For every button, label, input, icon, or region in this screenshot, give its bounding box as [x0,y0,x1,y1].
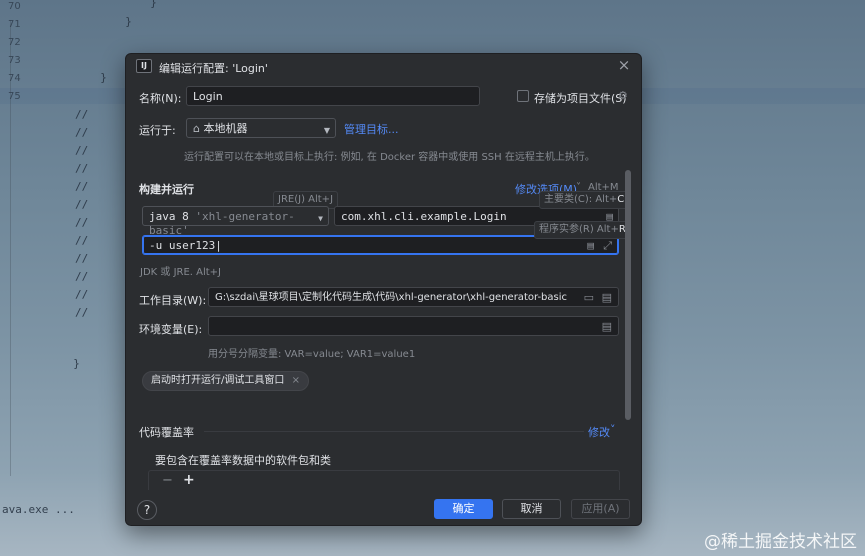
vertical-scrollbar[interactable] [625,170,631,420]
run-on-target-value: 本地机器 [203,122,248,135]
run-configuration-dialog: IJ 编辑运行配置: 'Login' × 名称(N): Login 存储为项目文… [125,53,642,526]
run-status-text: ava.exe ... [2,503,75,516]
store-as-project-file-label: 存储为项目文件(S) [534,92,627,105]
name-input[interactable]: Login [186,86,480,106]
close-icon[interactable]: × [616,56,632,74]
coverage-hint: 要包含在覆盖率数据中的软件包和类 [155,454,331,467]
gear-icon[interactable]: ⚙ [618,89,628,102]
main-class-value: com.xhl.cli.example.Login [341,210,507,223]
code-comment: // [75,162,89,175]
line-number: 71 [8,19,21,30]
ok-button[interactable]: 确定 [434,499,493,519]
home-icon: ⌂ [193,122,200,135]
environment-variables-input[interactable]: ▤ [208,316,619,336]
environment-variables-hint: 用分号分隔变量: VAR=value; VAR1=value1 [208,349,416,360]
code-comment: // [75,198,89,211]
jdk-version: java 8 [149,210,189,223]
intellij-app-icon: IJ [136,59,152,73]
code-comment: // [75,126,89,139]
line-number: 70 [8,1,21,12]
jdk-hint: JDK 或 JRE. Alt+J [140,267,222,278]
environment-variables-label: 环境变量(E): [139,323,203,336]
code-brace: } [125,15,132,28]
store-as-project-file-checkbox[interactable] [517,90,529,102]
run-on-target-select[interactable]: ⌂ 本地机器 ▼ [186,118,336,138]
apply-button[interactable]: 应用(A) [571,499,630,519]
line-number: 74 [8,73,21,84]
insert-macro-icon[interactable]: ▤ [587,239,594,253]
run-on-hint: 运行配置可以在本地或目标上执行: 例如, 在 Docker 容器中或使用 SSH… [184,152,595,163]
remove-icon[interactable]: − [162,473,173,488]
main-class-tooltip-key: C [617,194,625,205]
run-on-label: 运行于: [139,124,176,137]
chip-label: 启动时打开运行/调试工具窗口 [151,375,285,386]
main-class-tooltip-text: 主要类(C): Alt+ [544,194,618,205]
program-arguments-tooltip-text: 程序实参(R) Alt+ [539,224,619,235]
line-number: 75 [8,91,21,102]
line-number-gutter: 70 71 72 73 74 75 [0,0,32,480]
coverage-list-toolbar: − + [148,470,620,490]
code-comment: // [75,216,89,229]
chevron-down-icon: ▼ [323,126,330,135]
dialog-title: 编辑运行配置: 'Login' [159,62,268,75]
code-comment: // [75,144,89,157]
name-label: 名称(N): [139,92,182,105]
build-run-section-title: 构建并运行 [139,183,194,196]
code-brace: } [100,71,107,84]
section-separator [204,431,584,432]
browse-icon[interactable]: ▤ [602,320,612,334]
jdk-select[interactable]: java 8 'xhl-generator-basic' ▼ [142,206,329,237]
line-number: 72 [8,37,21,48]
working-directory-label: 工作目录(W): [139,294,207,307]
add-icon[interactable]: + [183,472,195,488]
program-arguments-value: -u user123 [149,239,216,252]
main-class-tooltip: 主要类(C): Alt+C [539,191,630,209]
code-comment: // [75,270,89,283]
watermark: @稀土掘金技术社区 [704,532,857,552]
code-comment: // [75,108,89,121]
working-directory-input[interactable]: G:\szdai\星球项目\定制化代码生成\代码\xhl-generator\x… [208,287,619,307]
manage-targets-link[interactable]: 管理目标... [344,121,399,137]
code-comment: // [75,180,89,193]
code-comment: // [75,252,89,265]
code-brace: } [73,357,80,370]
browse-icon[interactable]: ▤ [602,291,612,305]
chevron-down-icon: ▼ [318,214,323,223]
chevron-down-icon: ˅ [610,423,616,436]
expand-icon[interactable]: ⤢ [603,239,612,253]
code-comment: // [75,306,89,319]
code-coverage-section-title: 代码覆盖率 [139,426,194,439]
code-comment: // [75,234,89,247]
remove-chip-icon[interactable]: × [292,375,300,386]
folder-icon[interactable]: ▭ [584,291,594,305]
line-number: 73 [8,55,21,66]
code-brace: } [150,0,157,9]
cancel-button[interactable]: 取消 [502,499,561,519]
text-cursor: | [215,239,222,252]
code-comment: // [75,288,89,301]
help-button[interactable]: ? [137,500,157,520]
working-directory-value: G:\szdai\星球项目\定制化代码生成\代码\xhl-generator\x… [215,292,568,303]
open-run-debug-window-chip[interactable]: 启动时打开运行/调试工具窗口 × [142,371,309,391]
dialog-footer [126,490,641,525]
program-arguments-tooltip: 程序实参(R) Alt+R [534,221,631,239]
coverage-modify-link[interactable]: 修改 [588,424,610,440]
